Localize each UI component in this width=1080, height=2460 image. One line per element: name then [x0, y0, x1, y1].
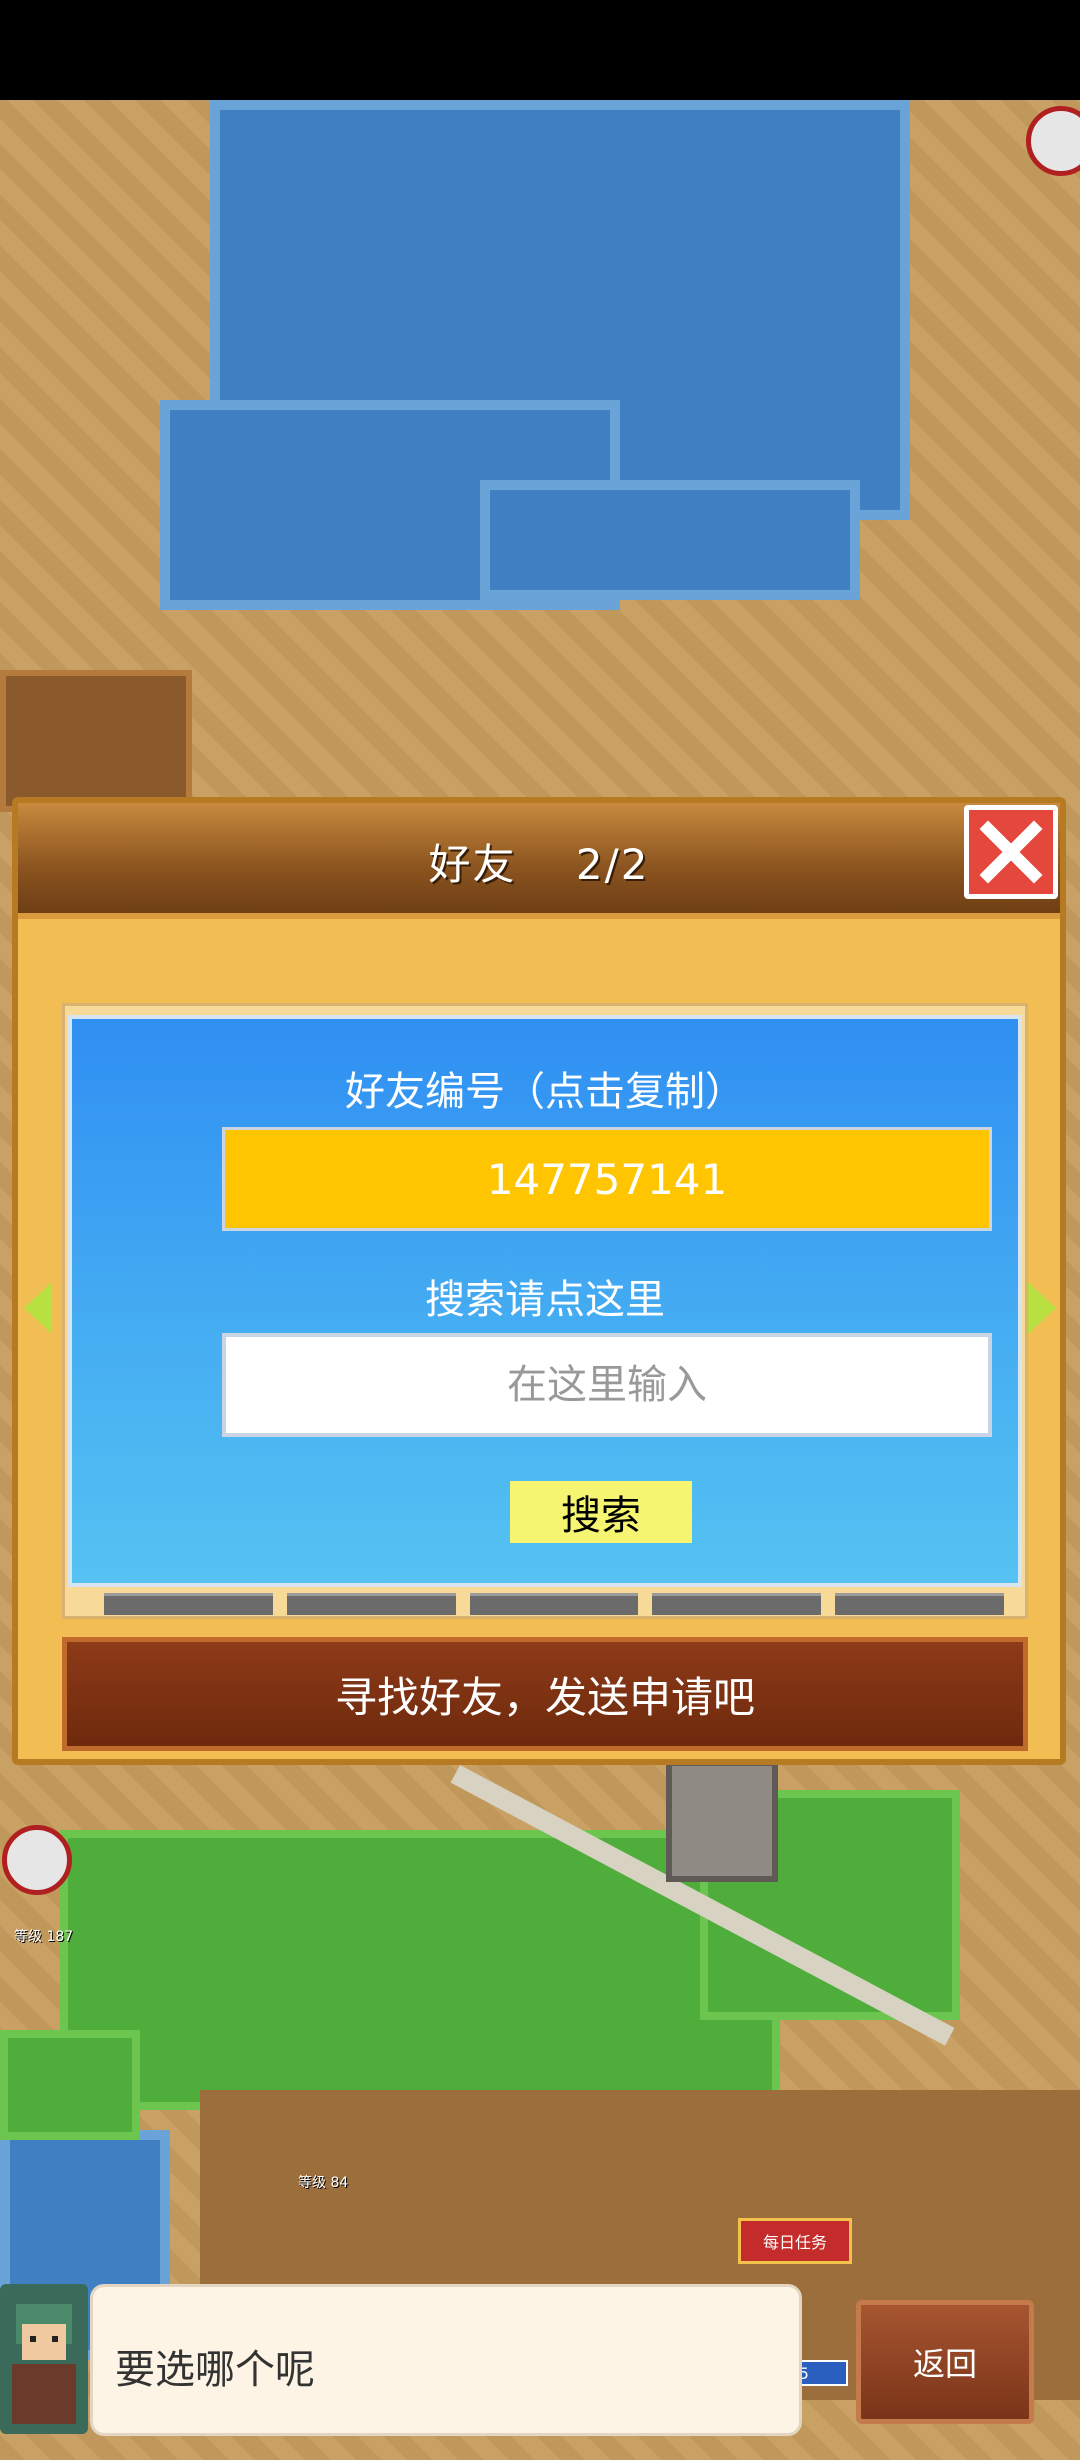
friend-id-copy-box[interactable]: 147757141 [222, 1127, 992, 1231]
search-button[interactable]: 搜索 [510, 1481, 692, 1543]
advisor-avatar [0, 2284, 88, 2434]
back-button[interactable]: 返回 [856, 2300, 1034, 2424]
find-friends-button[interactable]: 寻找好友，发送申请吧 [62, 1637, 1028, 1751]
close-button[interactable] [964, 805, 1058, 899]
right-arrow-icon[interactable] [1028, 1282, 1056, 1334]
dialog-title: 好友 2/2 [428, 840, 650, 889]
status-bar [0, 0, 1080, 100]
lake-part [480, 480, 860, 600]
friend-slot[interactable] [286, 1593, 456, 1615]
friend-id-label: 好友编号（点击复制） [345, 1069, 745, 1115]
level-tag: 等级 187 [14, 1929, 74, 1945]
castle[interactable] [666, 1760, 778, 1882]
left-arrow-icon[interactable] [24, 1282, 52, 1334]
advisor-portrait-icon [12, 2304, 76, 2424]
friend-slot[interactable] [104, 1593, 273, 1615]
friend-slots [104, 1593, 1004, 1615]
robot-npc[interactable] [2, 1825, 72, 1895]
robot-npc[interactable] [1026, 106, 1080, 176]
close-x-icon [979, 820, 1043, 884]
friend-slot[interactable] [652, 1593, 822, 1615]
search-label: 搜索请点这里 [425, 1277, 665, 1323]
daily-quest-sign[interactable]: 每日任务 [738, 2218, 852, 2264]
friend-dialog: 好友 2/2 好友编号（点击复制） 147757141 搜索请点这里 搜索 寻找… [12, 797, 1066, 1765]
speech-bubble: 要选哪个呢 [90, 2284, 802, 2436]
friend-slot[interactable] [469, 1593, 639, 1615]
speech-text: 要选哪个呢 [115, 2347, 315, 2393]
dialog-header: 好友 2/2 [18, 803, 1060, 919]
friend-panel: 好友编号（点击复制） 147757141 搜索请点这里 搜索 [68, 1015, 1022, 1587]
farm-plot [0, 670, 192, 812]
friend-slot[interactable] [835, 1593, 1004, 1615]
level-tag: 等级 84 [298, 2175, 349, 2191]
grass-patch [0, 2030, 140, 2140]
search-input[interactable] [222, 1333, 992, 1437]
